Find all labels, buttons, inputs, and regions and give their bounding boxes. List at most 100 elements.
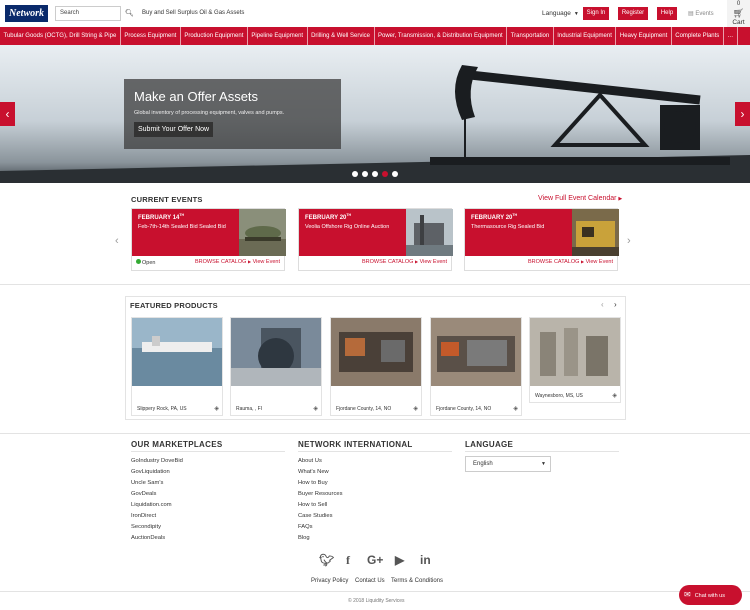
facebook-icon[interactable]: f [346,553,350,568]
product-image [132,318,222,386]
contact-us-link[interactable]: Contact Us [355,578,385,584]
footer-link-whats-new[interactable]: What's New [298,469,329,475]
nav-item-transportation[interactable]: Transportation [507,27,554,45]
event-card[interactable]: FEBRUARY 20TH Veolia Offshore Rig Online… [298,208,453,271]
tag-icon[interactable]: ◈ [513,405,518,412]
marketplace-link[interactable]: GoIndustry DoveBid [131,458,183,464]
view-full-calendar-link[interactable]: View Full Event Calendar ▶ [538,195,622,202]
hero-promo-box: Make an Offer Assets Global inventory of… [124,79,341,149]
event-card[interactable]: FEBRUARY 14TH Feb-7th-14th Sealed Bid Se… [131,208,286,271]
products-next-arrow[interactable]: › [614,300,617,309]
cart-button[interactable]: 0 🛒︎ Cart [727,0,750,27]
footer-link-how-to-buy[interactable]: How to Buy [298,480,328,486]
privacy-policy-link[interactable]: Privacy Policy [311,578,348,584]
language-selector[interactable]: Language ▼ [542,10,579,17]
linkedin-icon[interactable]: in [420,553,431,567]
marketplace-link[interactable]: Uncle Sam's [131,480,163,486]
category-nav: Tubular Goods (OCTG), Drill String & Pip… [0,27,750,45]
search-icon[interactable]: 🔍︎ [123,6,136,21]
marketplace-link[interactable]: AuctionDeals [131,535,165,541]
network-heading: NETWORK INTERNATIONAL [298,440,413,449]
tag-icon[interactable]: ◈ [214,405,219,412]
divider [0,284,750,285]
nav-item-power[interactable]: Power, Transmission, & Distribution Equi… [375,27,508,45]
browse-catalog-link[interactable]: BROWSE CATALOG [195,259,246,265]
help-button[interactable]: Help [657,7,677,20]
event-card[interactable]: FEBRUARY 20TH Thermasource Rig Sealed Bi… [464,208,619,271]
product-location: Waynesboro, MS, US [535,393,583,399]
nav-item-pipeline-equipment[interactable]: Pipeline Equipment [248,27,308,45]
terms-link[interactable]: Terms & Conditions [391,578,443,584]
events-next-arrow[interactable]: › [627,235,631,247]
tag-icon[interactable]: ◈ [413,405,418,412]
footer-link-faqs[interactable]: FAQs [298,524,313,530]
product-card[interactable]: Fjordane County, 14, NO ◈ [330,317,422,416]
tag-icon[interactable]: ◈ [612,392,617,399]
search-input[interactable]: Search [55,6,121,21]
nav-item-more[interactable]: … [724,27,738,45]
footer-link-how-to-sell[interactable]: How to Sell [298,502,327,508]
site-logo[interactable]: Network [5,5,48,22]
event-status: Open [136,259,155,266]
events-link[interactable]: ▤ Events [688,10,714,17]
product-card[interactable]: Slippery Rock, PA, US ◈ [131,317,223,416]
event-info: FEBRUARY 14TH Feb-7th-14th Sealed Bid Se… [132,209,239,256]
event-name: Feb-7th-14th Sealed Bid Sealed Bid [138,224,226,230]
view-event-link[interactable]: View Event [586,259,613,265]
nav-item-tubular-goods[interactable]: Tubular Goods (OCTG), Drill String & Pip… [0,27,121,45]
product-location: Slippery Rock, PA, US [137,406,187,412]
product-image [431,318,521,386]
slide-dot[interactable] [372,171,378,177]
slide-dot[interactable] [392,171,398,177]
language-select[interactable]: English ▼ [465,456,551,472]
marketplace-link[interactable]: IronDirect [131,513,156,519]
event-name: Veolia Offshore Rig Online Auction [305,224,390,230]
browse-catalog-link[interactable]: BROWSE CATALOG [528,259,579,265]
footer-link-case-studies[interactable]: Case Studies [298,513,332,519]
marketplace-link[interactable]: GovLiquidation [131,469,170,475]
view-event-link[interactable]: View Event [253,259,280,265]
cart-label: Cart [732,19,745,26]
slide-dot[interactable] [352,171,358,177]
nav-item-drilling[interactable]: Drilling & Well Service [308,27,375,45]
product-card[interactable]: Rauma, , FI ◈ [230,317,322,416]
footer-link-about[interactable]: About Us [298,458,322,464]
twitter-icon[interactable]: 🐦︎ [319,553,334,567]
product-card[interactable]: Fjordane County, 14, NO ◈ [430,317,522,416]
chat-bubble-icon: ✉ [684,590,691,599]
footer-link-buyer-resources[interactable]: Buyer Resources [298,491,342,497]
youtube-icon[interactable]: ▶ [395,553,404,567]
register-button[interactable]: Register [618,7,648,20]
slide-indicators [352,171,398,177]
status-dot-icon [136,259,141,264]
chat-button[interactable]: ✉ Chat with us [679,585,742,605]
nav-item-complete-plants[interactable]: Complete Plants [672,27,724,45]
marketplace-link[interactable]: GovDeals [131,491,156,497]
marketplace-link[interactable]: Secondipity [131,524,161,530]
products-prev-arrow[interactable]: ‹ [601,300,604,309]
submit-offer-button[interactable]: Submit Your Offer Now [134,122,214,137]
current-events-heading: CURRENT EVENTS [131,195,203,204]
nav-item-process-equipment[interactable]: Process Equipment [121,27,181,45]
marketplace-link[interactable]: Liquidation.com [131,502,172,508]
featured-products-heading: FEATURED PRODUCTS [130,301,218,310]
slide-dot[interactable] [362,171,368,177]
footer-link-blog[interactable]: Blog [298,535,310,541]
events-prev-arrow[interactable]: ‹ [115,235,119,247]
slide-dot-active[interactable] [382,171,388,177]
browse-catalog-link[interactable]: BROWSE CATALOG [362,259,413,265]
tag-icon[interactable]: ◈ [313,405,318,412]
event-thumbnail [239,209,286,256]
product-card[interactable]: Waynesboro, MS, US ◈ [529,317,621,403]
sign-in-button[interactable]: Sign In [583,7,609,20]
hero-prev-arrow[interactable]: ‹ [0,102,15,126]
divider [465,451,619,452]
hero-next-arrow[interactable]: › [735,102,750,126]
event-info: FEBRUARY 20TH Veolia Offshore Rig Online… [299,209,406,256]
google-plus-icon[interactable]: G+ [367,553,383,567]
view-event-link[interactable]: View Event [420,259,447,265]
caret-right-icon: ▶ [618,196,623,202]
nav-item-industrial-equipment[interactable]: Industrial Equipment [554,27,617,45]
nav-item-production-equipment[interactable]: Production Equipment [181,27,248,45]
nav-item-heavy-equipment[interactable]: Heavy Equipment [616,27,672,45]
